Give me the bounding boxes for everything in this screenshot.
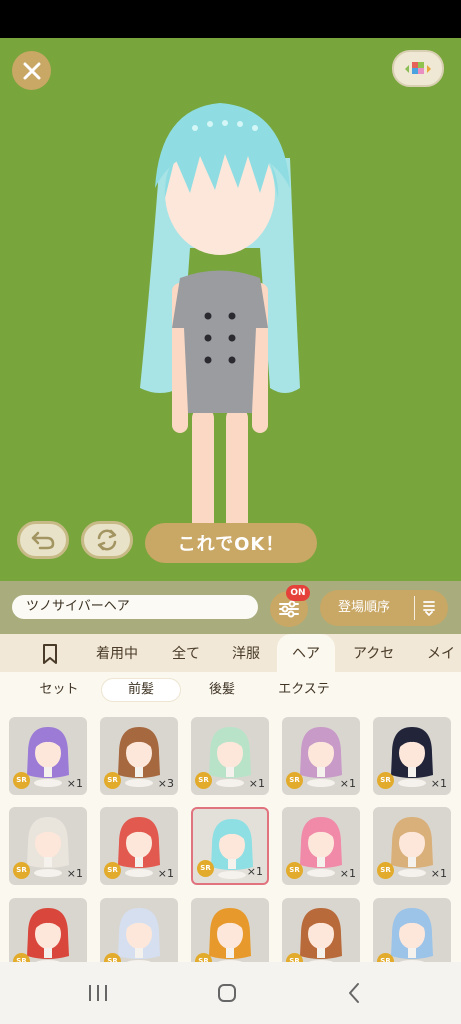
subtab-front-hair[interactable]: 前髪 [102,679,180,701]
hair-thumbnail [209,908,251,962]
rarity-badge: SR [195,772,212,789]
rarity-badge: SR [13,772,30,789]
item-quantity: ×3 [157,777,174,790]
hair-thumbnail [300,727,342,787]
rarity-badge: SR [104,772,121,789]
rarity-badge: SR [286,772,303,789]
hair-thumbnail [391,727,433,787]
hair-thumbnail [118,817,160,877]
hair-thumbnail [209,727,251,787]
subtab-extensions[interactable]: エクステ [264,679,344,701]
item-search-bar: ツノサイバーヘア ON 登場順序 [0,581,461,634]
sub-category-tabs: セット 前髪 後髪 エクステ [0,672,461,708]
tab-wearing[interactable]: 着用中 [96,634,138,672]
item-quantity: ×1 [66,777,83,790]
tab-all[interactable]: 全て [172,634,200,672]
sliders-icon [279,600,299,618]
subtab-set[interactable]: セット [22,679,96,701]
item-card[interactable]: SR ×1 [282,807,360,885]
hair-thumbnail [300,908,342,962]
bookmark-icon[interactable] [41,643,59,665]
item-quantity: ×1 [248,777,265,790]
item-quantity: ×1 [430,777,447,790]
undo-button[interactable] [17,521,69,559]
item-card[interactable]: SR [9,898,87,962]
item-card[interactable]: SR [373,898,451,962]
item-quantity: ×1 [246,865,263,878]
rarity-badge: SR [286,862,303,879]
item-card[interactable]: SR ×1 [9,807,87,885]
status-bar [0,0,461,38]
item-card[interactable]: SR [100,898,178,962]
selected-item-name[interactable]: ツノサイバーヘア [12,595,258,619]
hair-thumbnail [27,908,69,962]
item-quantity: ×1 [66,867,83,880]
rarity-badge: SR [377,772,394,789]
hair-thumbnail [391,908,433,962]
item-card[interactable]: SR ×1 [100,807,178,885]
avatar-figure [140,103,300,551]
item-card[interactable]: SR ×1 [191,717,269,795]
confirm-button[interactable]: これでOK！ [145,523,317,563]
item-card[interactable]: SR ×1 [373,807,451,885]
item-card[interactable]: SR ×3 [100,717,178,795]
layout-toggle-button[interactable] [392,50,444,87]
filter-on-badge: ON [286,585,310,601]
item-card[interactable]: SR [282,898,360,962]
recent-apps-icon[interactable] [87,983,109,1003]
item-quantity: ×1 [157,867,174,880]
tab-accessories[interactable]: アクセ [353,634,394,672]
close-button[interactable] [12,51,51,90]
sort-direction-icon[interactable] [422,599,436,617]
item-grid: SR ×1 SR ×3 SR ×1 SR ×1 SR ×1 SR ×1 SR ×1 SR ×1 SR ×1 SR ×1… [0,708,461,962]
hair-thumbnail [27,817,69,877]
tab-hair[interactable]: ヘア [277,634,335,672]
item-quantity: ×1 [430,867,447,880]
undo-icon [31,531,55,550]
subtab-back-hair[interactable]: 後髪 [186,679,258,701]
hair-thumbnail [118,908,160,962]
avatar-stage: これでOK！ [0,38,461,581]
hair-thumbnail [391,817,433,877]
item-quantity: ×1 [339,867,356,880]
hair-thumbnail [118,727,160,787]
rarity-badge: SR [104,862,121,879]
rarity-badge: SR [197,860,214,877]
item-quantity: ×1 [339,777,356,790]
hair-thumbnail [27,727,69,787]
item-card[interactable]: SR ×1 [282,717,360,795]
tab-clothes[interactable]: 洋服 [232,634,260,672]
home-icon[interactable] [216,982,238,1004]
back-icon[interactable] [346,982,362,1004]
color-grid-icon [405,61,431,74]
sort-order-label: 登場順序 [338,600,391,615]
sort-divider [414,596,415,620]
item-card[interactable]: SR [191,898,269,962]
close-icon [23,62,40,79]
tab-makeup[interactable]: メイク [427,634,461,672]
system-nav-bar [0,962,461,1024]
sort-order-button[interactable]: 登場順序 [320,590,448,626]
item-card[interactable]: SR ×1 [373,717,451,795]
item-card[interactable]: SR ×1 [191,807,269,885]
item-card[interactable]: SR ×1 [9,717,87,795]
rarity-badge: SR [377,862,394,879]
rotate-button[interactable] [81,521,133,559]
category-tabs: 着用中 全て 洋服 ヘア アクセ メイク [0,634,461,674]
rotate-icon [97,529,117,551]
rarity-badge: SR [13,862,30,879]
hair-thumbnail [300,817,342,877]
